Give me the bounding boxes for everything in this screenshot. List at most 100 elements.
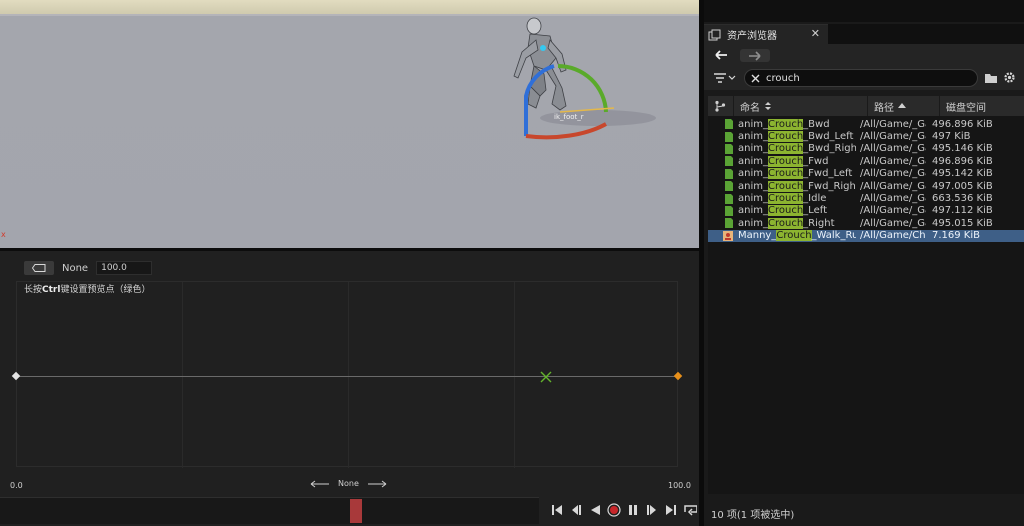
animation-sequence-icon [708,218,738,229]
blend-grid[interactable] [16,281,678,468]
asset-name-part: _Bwd_Right [803,143,856,155]
column-header-size[interactable]: 磁盘空间 [940,96,1024,116]
panel-top-bar [704,0,1024,22]
mannequin-character [513,17,567,111]
step-forward-icon [647,505,656,515]
pause-icon [629,505,637,515]
column-options-button[interactable] [708,96,734,116]
asset-name: anim_Crouch_Fwd_Right [738,180,856,192]
blend-axis-line [16,376,678,377]
gear-icon[interactable] [1003,71,1016,84]
asset-name: anim_Crouch_Bwd_Right [738,143,856,155]
sort-icon [765,102,771,110]
asset-row[interactable]: anim_Crouch_Fwd/All/Game/_Ga 496.896 KiB [708,155,1024,167]
step-back-button[interactable] [569,502,583,518]
asset-row[interactable]: Manny_Crouch_Walk_Run/All/Game/Ch 7.169 K… [708,229,1024,242]
search-input[interactable]: crouch [744,69,978,87]
grid-line [514,282,515,468]
character-preview: ik_foot_r [513,17,656,140]
preview-point-marker[interactable] [539,370,553,384]
asset-name-part: _Left [803,205,827,217]
axis-name: None [338,479,359,488]
asset-row[interactable]: anim_Crouch_Bwd_Right/All/Game/_Ga 495.14… [708,143,1024,155]
parameter-button[interactable] [24,261,54,275]
blend-space-icon [708,230,738,241]
animation-sequence-icon [708,131,738,142]
grid-line [182,282,183,468]
asset-name-part: anim_ [738,180,768,192]
animation-sequence-icon [708,205,738,216]
asset-list-view: 命名 路径 磁盘空间 anim_Crouch_Bwd/All/Game/_Ga 4… [708,96,1024,494]
content-browser-panel: 资产浏览器 ✕ crouch 命名 路径 磁盘空间 anim_Crouch_Bw… [704,0,1024,526]
gizmo-red-arc[interactable] [525,122,607,140]
grid-line [348,282,349,468]
search-match-highlight: Crouch [768,193,804,205]
navigation-bar [704,44,1024,66]
asset-row[interactable]: anim_Crouch_Right/All/Game/_Ga 495.015 Ki… [708,217,1024,229]
asset-path: /All/Game/_Ga [860,193,926,205]
asset-row[interactable]: anim_Crouch_Fwd_Left/All/Game/_Ga 495.142… [708,168,1024,180]
asset-name-part: anim_ [738,155,768,167]
asset-size: 497 KiB [932,131,971,143]
animation-sequence-icon [708,156,738,167]
parameter-value-field[interactable]: 100.0 [96,261,153,275]
sort-ascending-icon [898,103,906,108]
skip-to-end-button[interactable] [664,502,678,518]
status-bar-text: 10 项(1 项被选中) [711,510,795,521]
asset-path: /All/Game/_Ga [860,143,926,155]
record-button[interactable] [607,502,621,518]
asset-row[interactable]: anim_Crouch_Idle/All/Game/_Ga 663.536 KiB [708,192,1024,205]
asset-row[interactable]: anim_Crouch_Left/All/Game/_Ga 497.112 KiB [708,205,1024,217]
filter-button[interactable] [714,72,738,84]
pause-button[interactable] [626,502,640,518]
column-header-name[interactable]: 命名 [734,96,868,116]
asset-name-part: _Walk_Run [811,230,856,242]
skip-start-icon [552,505,562,515]
tag-icon [32,264,46,272]
blend-space-toolbar: None 100.0 [24,261,153,275]
parameter-name: None [62,262,89,274]
tab-content-browser[interactable]: 资产浏览器 ✕ [704,24,828,44]
column-header-row: 命名 路径 磁盘空间 [708,96,1024,116]
loop-button[interactable] [683,502,697,518]
search-match-highlight: Crouch [768,143,804,155]
search-match-highlight: Crouch [768,155,804,167]
play-reverse-icon [591,505,600,515]
play-reverse-button[interactable] [588,502,602,518]
asset-path: /All/Game/_Ga [860,155,926,167]
asset-name: anim_Crouch_Bwd [738,118,856,130]
arrow-left-icon [310,480,329,487]
asset-name: anim_Crouch_Bwd_Left [738,131,856,143]
folder-icon[interactable] [985,73,997,83]
animation-sequence-icon [708,181,738,192]
asset-size: 497.112 KiB [932,205,993,217]
asset-name-part: Manny_ [738,230,777,242]
asset-row[interactable]: anim_Crouch_Bwd_Left/All/Game/_Ga 497 KiB [708,130,1024,143]
column-header-path[interactable]: 路径 [868,96,940,116]
axis-min-label: 0.0 [10,481,23,490]
tab-strip [828,24,1024,44]
step-forward-button[interactable] [645,502,659,518]
asset-path: /All/Game/_Ga [860,118,926,130]
asset-size: 496.896 KiB [932,118,993,130]
back-arrow-icon[interactable] [714,49,728,61]
clear-search-icon[interactable] [751,74,760,83]
asset-name-part: _Idle [803,193,827,205]
asset-row[interactable]: anim_Crouch_Bwd/All/Game/_Ga 496.896 KiB [708,118,1024,130]
playhead[interactable] [349,499,362,523]
asset-row[interactable]: anim_Crouch_Fwd_Right/All/Game/_Ga 497.00… [708,180,1024,192]
search-bar: crouch [704,66,1024,90]
search-match-highlight: Crouch [768,118,804,130]
asset-name: anim_Crouch_Left [738,205,856,217]
transport-controls [550,500,697,520]
close-icon[interactable]: ✕ [811,27,820,40]
asset-name-part: anim_ [738,131,768,143]
asset-path: /All/Game/_Ga [860,180,926,192]
asset-name: anim_Crouch_Idle [738,193,856,205]
animation-sequence-icon [708,193,738,204]
asset-name: anim_Crouch_Fwd [738,155,856,167]
viewport[interactable]: ik_foot_r x [0,0,699,248]
skip-to-start-button[interactable] [550,502,564,518]
forward-button[interactable] [740,49,770,62]
timeline-track[interactable] [0,497,539,524]
